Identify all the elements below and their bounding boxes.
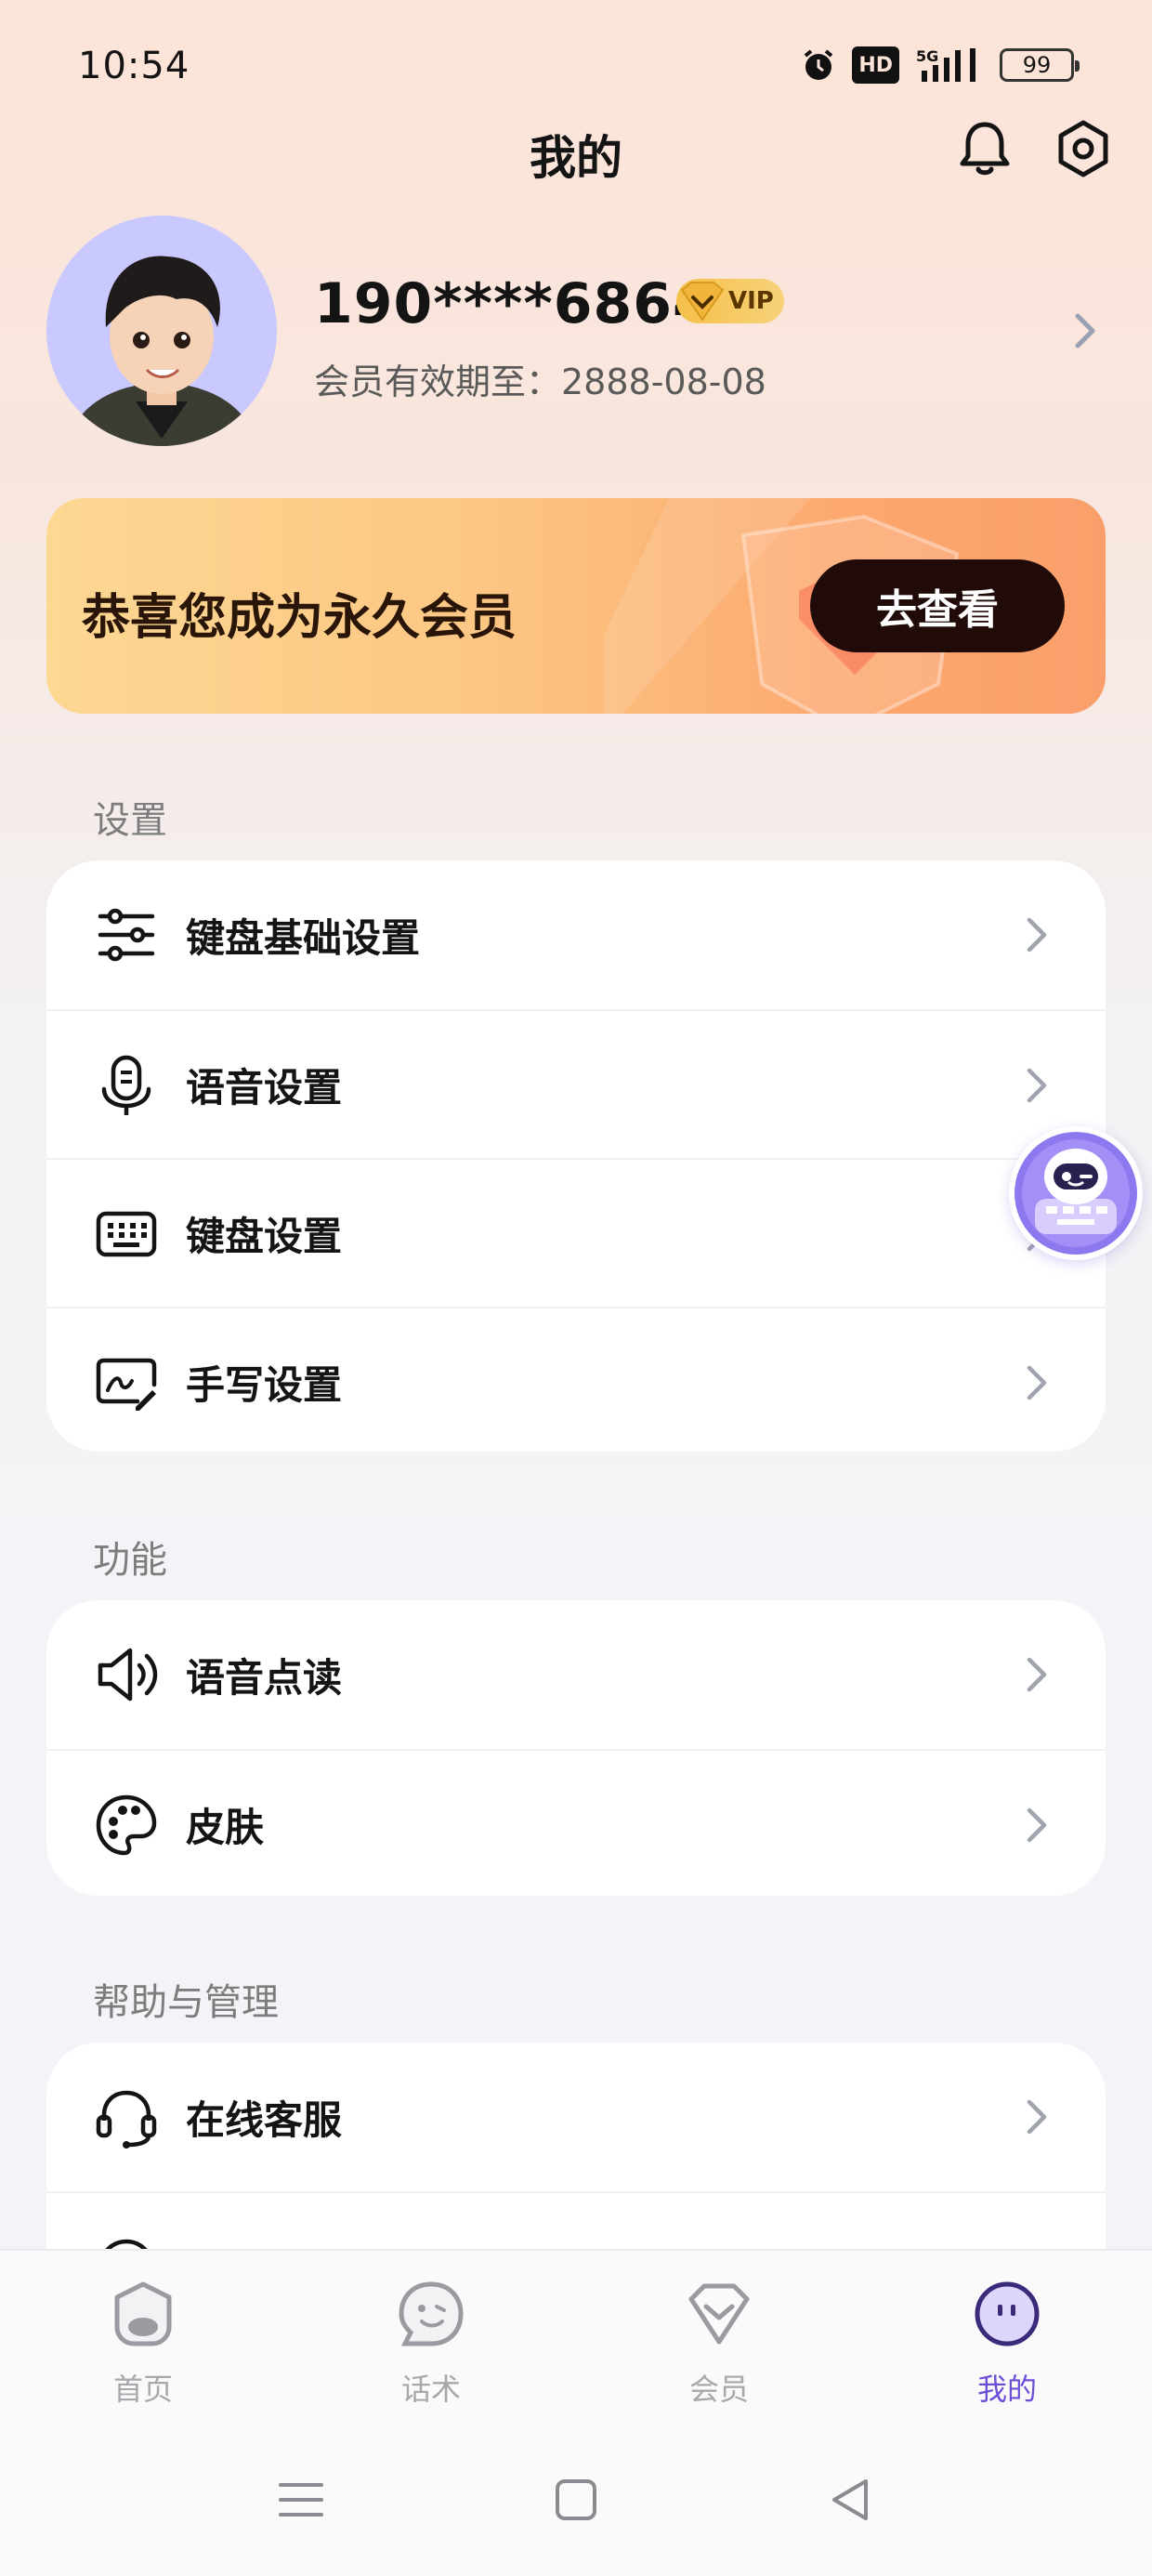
vip-label: VIP [728,287,774,315]
chat-icon [399,2281,464,2346]
help-card: 在线客服 [46,2043,1106,2284]
vip-crown-icon [680,282,725,322]
microphone-icon [101,1055,151,1115]
settings-item-label: 键盘设置 [186,1213,343,1259]
profile-chevron-icon[interactable] [1068,309,1102,353]
hd-badge: HD [852,46,899,84]
home-icon [114,2281,172,2346]
headset-icon [96,2090,157,2149]
profile-icon [975,2281,1040,2346]
section-title-help: 帮助与管理 [93,1981,279,2024]
status-icons: HD 5G 99 [800,46,1080,84]
speaker-icon [98,1648,158,1702]
chevron-right-icon [1027,1365,1047,1400]
settings-item-voice[interactable]: 语音设置 [46,1009,1106,1158]
floating-assistant-button[interactable] [1009,1126,1143,1260]
battery-level: 99 [1022,52,1052,78]
help-item-customer-service[interactable]: 在线客服 [46,2043,1106,2191]
chevron-right-icon [1027,1807,1047,1843]
nav-item-mine[interactable]: 我的 [914,2279,1100,2409]
membership-banner[interactable]: 恭喜您成为永久会员 去查看 [46,498,1106,714]
chevron-right-icon [1027,917,1047,953]
nav-item-scripts[interactable]: 话术 [338,2279,524,2409]
settings-item-label: 语音设置 [186,1064,343,1111]
nav-item-membership[interactable]: 会员 [626,2279,812,2409]
chevron-right-icon [1027,1657,1047,1692]
section-title-settings: 设置 [93,799,167,842]
diamond-icon [688,2283,750,2345]
features-item-voice-read[interactable]: 语音点读 [46,1600,1106,1749]
chevron-right-icon [1027,1068,1047,1103]
help-item-label: 在线客服 [186,2096,343,2143]
section-title-features: 功能 [93,1539,167,1582]
sliders-icon [98,908,155,962]
settings-item-label: 键盘基础设置 [186,914,421,961]
settings-item-label: 手写设置 [186,1361,343,1408]
features-card: 语音点读 皮肤 [46,1600,1106,1896]
settings-button[interactable] [1050,115,1117,182]
settings-item-handwriting[interactable]: 手写设置 [46,1307,1106,1452]
home-square-icon[interactable] [548,2472,604,2528]
bell-icon [960,122,1010,176]
nav-item-home[interactable]: 首页 [50,2279,236,2409]
vip-badge: VIP [676,279,784,323]
handwriting-icon [96,1358,157,1411]
status-time: 10:54 [78,45,190,87]
svg-text:5G: 5G [916,47,938,65]
battery-icon: 99 [1000,48,1080,82]
banner-text: 恭喜您成为永久会员 [82,590,517,646]
features-item-label: 语音点读 [186,1654,343,1701]
features-item-skin[interactable]: 皮肤 [46,1749,1106,1896]
robot-icon [1015,1132,1137,1255]
alarm-icon [800,46,837,84]
signal-icon: 5G [914,46,985,84]
palette-icon [96,1794,157,1856]
nav-label: 我的 [976,2372,1037,2407]
features-item-label: 皮肤 [186,1804,265,1850]
view-button[interactable]: 去查看 [810,559,1065,652]
membership-expiry: 会员有效期至：2888-08-08 [314,361,766,402]
settings-item-keyboard[interactable]: 键盘设置 [46,1158,1106,1307]
settings-item-keyboard-basic[interactable]: 键盘基础设置 [46,861,1106,1009]
nav-label: 会员 [688,2372,749,2407]
nav-label: 首页 [112,2372,173,2407]
notification-button[interactable] [951,115,1018,182]
settings-card: 键盘基础设置 语音设置 键盘设置 手写设置 [46,861,1106,1452]
chevron-right-icon [1027,2099,1047,2135]
avatar[interactable] [46,216,277,446]
user-phone: 190****6864 [314,271,713,336]
keyboard-icon [96,1211,157,1257]
menu-icon[interactable] [273,2472,329,2528]
back-triangle-icon[interactable] [823,2472,879,2528]
nav-label: 话术 [400,2372,461,2407]
gear-icon [1058,120,1108,177]
